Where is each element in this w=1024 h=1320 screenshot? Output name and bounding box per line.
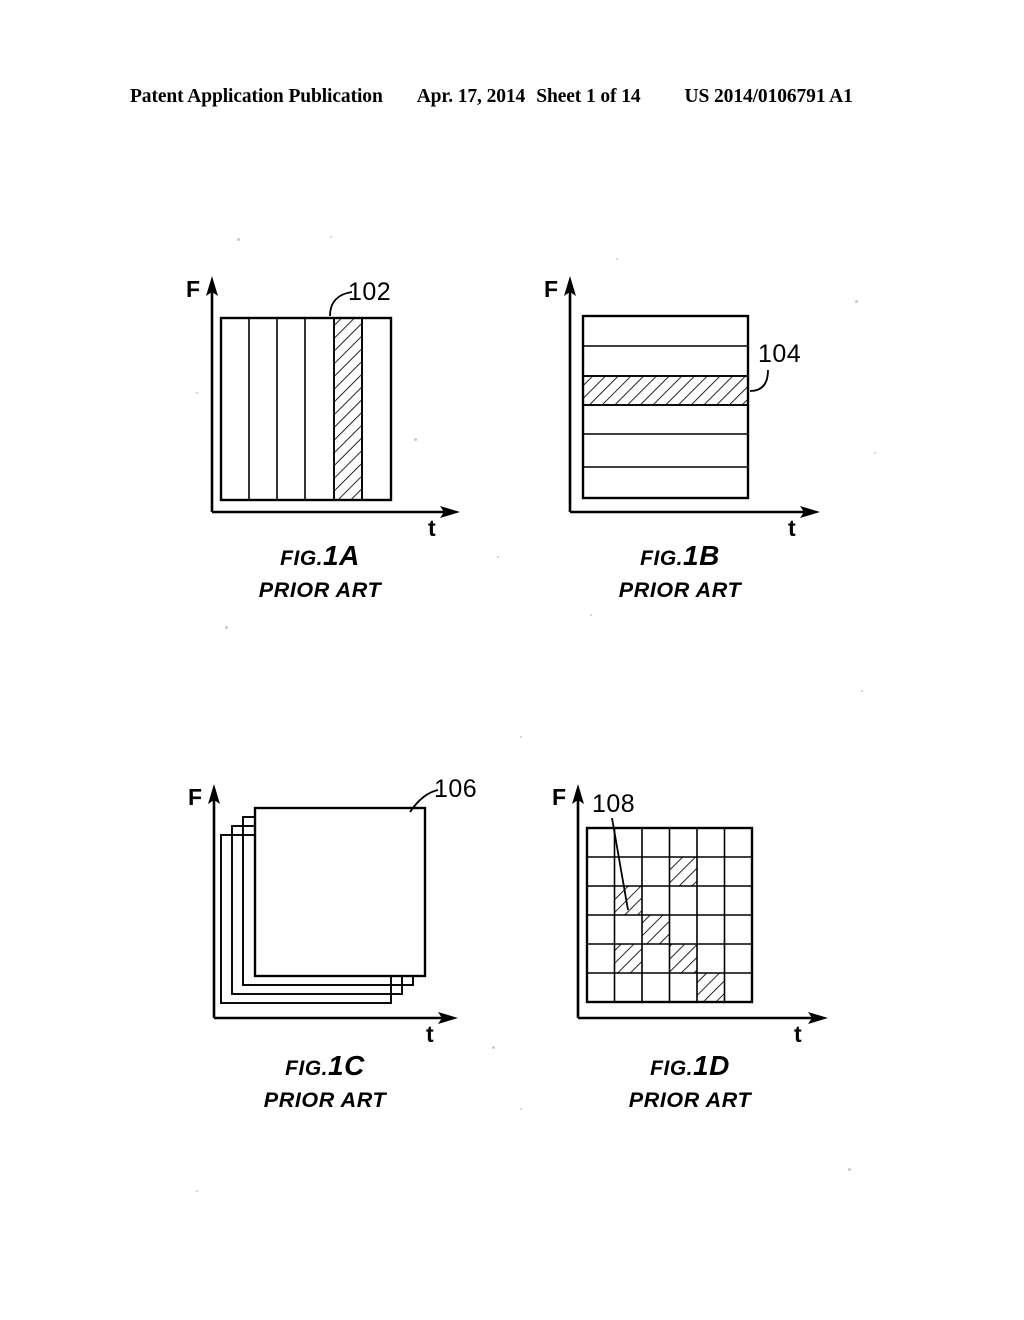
- figure-1d-caption: FIG.1D PRIOR ART: [540, 1052, 840, 1112]
- figure-1c-drawing: F t 106: [188, 775, 477, 1047]
- header-sheet: Sheet 1 of 14: [536, 86, 641, 107]
- scan-speckle: [855, 300, 858, 303]
- figure-1b-caption-sub: PRIOR ART: [618, 578, 742, 602]
- x-axis-label: t: [428, 515, 436, 540]
- grid-lines: [587, 828, 752, 1002]
- figure-1d-caption-sub: PRIOR ART: [628, 1088, 752, 1112]
- figure-1c-caption: FIG.1C PRIOR ART: [170, 1052, 480, 1112]
- figure-1c-caption-id: 1C: [328, 1050, 365, 1081]
- scan-speckle: [874, 452, 876, 454]
- scan-speckle: [520, 1108, 522, 1110]
- y-axis: [572, 784, 584, 1018]
- x-axis-label: t: [788, 515, 796, 540]
- x-axis: [570, 506, 820, 518]
- y-axis-label: F: [188, 784, 202, 810]
- figure-1a-caption: FIG.1A PRIOR ART: [170, 542, 470, 602]
- x-axis-label: t: [794, 1021, 802, 1047]
- reference-numeral-104: 104: [758, 340, 801, 368]
- reference-numeral-102: 102: [348, 278, 391, 306]
- header-date: Apr. 17, 2014: [416, 86, 526, 107]
- scan-speckle: [861, 690, 863, 692]
- y-axis-label: F: [186, 276, 200, 302]
- figure-1c: F t 106 FIG.1C PRIOR ART: [170, 770, 480, 1130]
- y-axis-label: F: [544, 276, 558, 302]
- hatched-cell: [669, 944, 697, 973]
- scan-speckle: [330, 236, 332, 238]
- scan-speckle: [492, 1046, 495, 1049]
- stacked-frames: [220, 806, 427, 1004]
- x-axis: [212, 506, 460, 518]
- hatched-stripe: [334, 318, 362, 500]
- header-publication: Patent Application Publication: [130, 86, 383, 107]
- hatched-cell: [614, 944, 642, 973]
- figure-1d-caption-prefix: FIG.: [650, 1057, 694, 1080]
- scan-speckle: [225, 626, 228, 629]
- hatched-stripe: [583, 376, 748, 405]
- leader-line-104: [749, 369, 769, 392]
- grid-box: [585, 826, 754, 1004]
- figure-1a-caption-prefix: FIG.: [280, 547, 324, 570]
- stripe-box: [219, 316, 393, 502]
- figure-1b-caption-prefix: FIG.: [640, 547, 684, 570]
- x-axis-label: t: [426, 1021, 434, 1047]
- x-axis: [214, 1012, 458, 1024]
- y-axis: [206, 276, 218, 512]
- hatched-cell: [614, 886, 642, 915]
- figure-1b-caption: FIG.1B PRIOR ART: [530, 542, 830, 602]
- hatched-cell: [697, 973, 725, 1002]
- hatched-cell: [669, 857, 697, 886]
- scan-speckle: [497, 556, 499, 558]
- reference-numeral-106: 106: [434, 775, 477, 803]
- figure-1b-drawing: F t 104: [544, 276, 820, 540]
- scan-speckle: [520, 736, 522, 738]
- figure-1d-caption-title: FIG.1D: [540, 1052, 840, 1080]
- figure-1c-caption-prefix: FIG.: [285, 1057, 329, 1080]
- figure-1b-caption-title: FIG.1B: [530, 542, 830, 570]
- figure-1a-caption-title: FIG.1A: [170, 542, 470, 570]
- figure-1b-caption-id: 1B: [683, 540, 720, 571]
- figure-1a-caption-sub: PRIOR ART: [258, 578, 382, 602]
- figure-1b: F t 104 FIG.1B PRIOR ART: [530, 260, 830, 620]
- y-axis-label: F: [552, 784, 566, 810]
- frame-front-1: [253, 806, 427, 978]
- figure-1c-caption-sub: PRIOR ART: [263, 1088, 387, 1112]
- page-header: Patent Application Publication Apr. 17, …: [130, 86, 894, 112]
- reference-numeral-108: 108: [592, 790, 635, 818]
- stripe-box: [581, 314, 750, 500]
- figure-1a-drawing: F t 102: [186, 276, 460, 540]
- figure-1c-caption-title: FIG.1C: [170, 1052, 480, 1080]
- figure-1d: F t 108 FIG.1D PRIOR ART: [540, 770, 840, 1130]
- scan-speckle: [237, 238, 240, 241]
- scan-speckle: [196, 1190, 198, 1192]
- hatched-cell: [642, 915, 670, 944]
- scan-speckle: [848, 1168, 851, 1171]
- y-axis: [208, 784, 220, 1018]
- figure-1a: F t 102 FIG.1A PRIOR ART: [170, 260, 470, 620]
- figure-1d-drawing: F t 108: [552, 784, 828, 1047]
- figure-1d-caption-id: 1D: [693, 1050, 730, 1081]
- figure-1a-caption-id: 1A: [323, 540, 360, 571]
- x-axis: [578, 1012, 828, 1024]
- header-patent-number: US 2014/0106791 A1: [684, 86, 853, 107]
- y-axis: [564, 276, 576, 512]
